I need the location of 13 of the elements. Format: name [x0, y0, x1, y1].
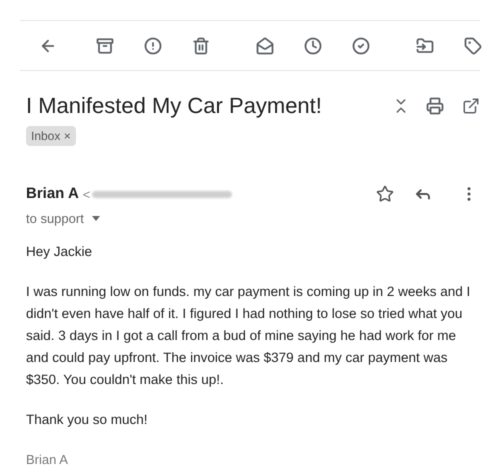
- print-icon[interactable]: [426, 96, 444, 114]
- recipient-text: to support: [26, 210, 84, 228]
- email-subject: I Manifested My Car Payment!: [26, 92, 323, 120]
- message-paragraph: I was running low on funds. my car payment is coming up in 2 weeks and I didn't even have half of it. I figured I had nothing to lose so tried what you said. 3 days in I got a call from a bud of mine saying he had work for me and could pay upfront. The invoice was $379 and my car payment was $350. You couldn't make this up!.: [26, 283, 472, 389]
- message-paragraph: Hey Jackie: [26, 243, 94, 261]
- star-icon[interactable]: [376, 185, 394, 204]
- sender-address-open: <: [82, 186, 90, 204]
- message-paragraph: Thank you so much!: [26, 411, 149, 429]
- sender-name: Brian A: [26, 184, 79, 204]
- external-link-icon[interactable]: [462, 96, 480, 114]
- caret-icon[interactable]: [92, 216, 100, 221]
- inbox-label[interactable]: Inbox ×: [26, 126, 76, 146]
- signature: Brian A: [26, 451, 69, 469]
